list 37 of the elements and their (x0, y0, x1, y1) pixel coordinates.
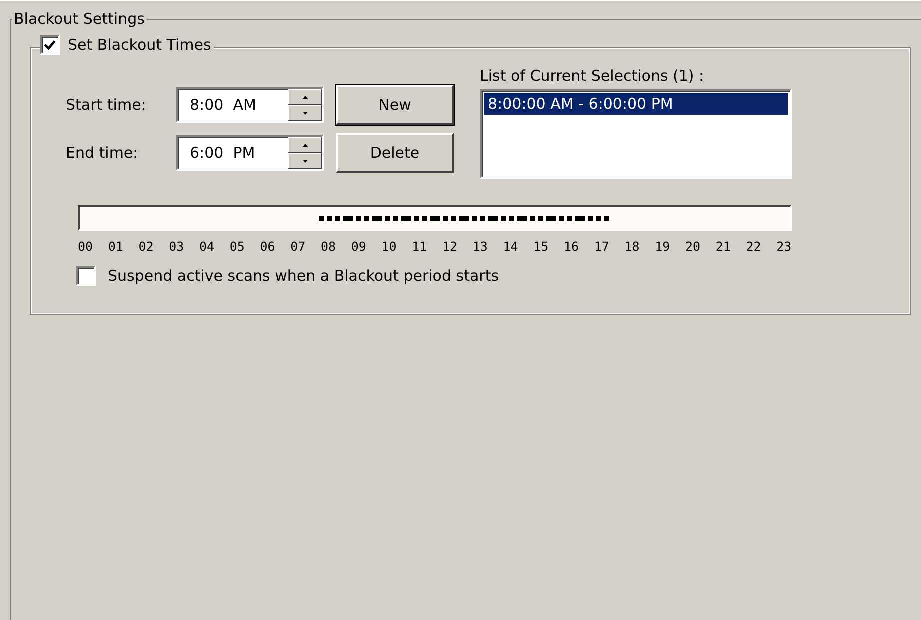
hour-label: 19 (655, 239, 670, 254)
time-label: Start time: (66, 96, 148, 114)
checkbox-label: Suspend active scans when a Blackout period starts (108, 267, 500, 285)
time-label: End time: (66, 144, 140, 162)
group-title: Blackout Settings (12, 10, 147, 28)
hour-label: 04 (200, 239, 215, 254)
action-button[interactable]: Delete (336, 133, 454, 173)
hour-label: 17 (594, 239, 610, 254)
hour-label: 05 (230, 239, 245, 254)
hour-label: 01 (108, 239, 124, 254)
hour-label: 15 (534, 239, 549, 254)
hour-label: 22 (746, 239, 762, 254)
hour-label: 12 (442, 239, 458, 254)
hour-label: 09 (351, 239, 366, 254)
checkbox-label: Set Blackout Times (68, 36, 212, 54)
checkmark-icon (44, 39, 56, 51)
hour-label: 21 (716, 239, 731, 254)
checkbox[interactable] (76, 266, 96, 286)
action-button[interactable]: New (336, 85, 454, 125)
hour-label: 14 (503, 239, 518, 254)
selection-list[interactable]: 8:00:00 AM - 6:00:00 PM (480, 89, 792, 179)
hour-label: 03 (169, 239, 184, 254)
hour-label: 16 (564, 239, 580, 254)
hour-label: 00 (78, 239, 94, 254)
hour-label: 08 (321, 239, 336, 254)
hour-label: 23 (776, 239, 792, 254)
hour-label: 02 (138, 239, 154, 254)
checkbox[interactable] (40, 35, 60, 55)
hour-label: 20 (686, 239, 701, 254)
hour-label: 11 (412, 239, 428, 254)
hour-label: 06 (260, 239, 276, 254)
hour-label: 10 (382, 239, 397, 254)
list-label: List of Current Selections (1) : (480, 67, 706, 85)
list-item[interactable]: 8:00:00 AM - 6:00:00 PM (484, 93, 788, 115)
hour-label: 07 (290, 239, 306, 254)
hour-label: 18 (624, 239, 640, 254)
hour-label: 13 (472, 239, 488, 254)
